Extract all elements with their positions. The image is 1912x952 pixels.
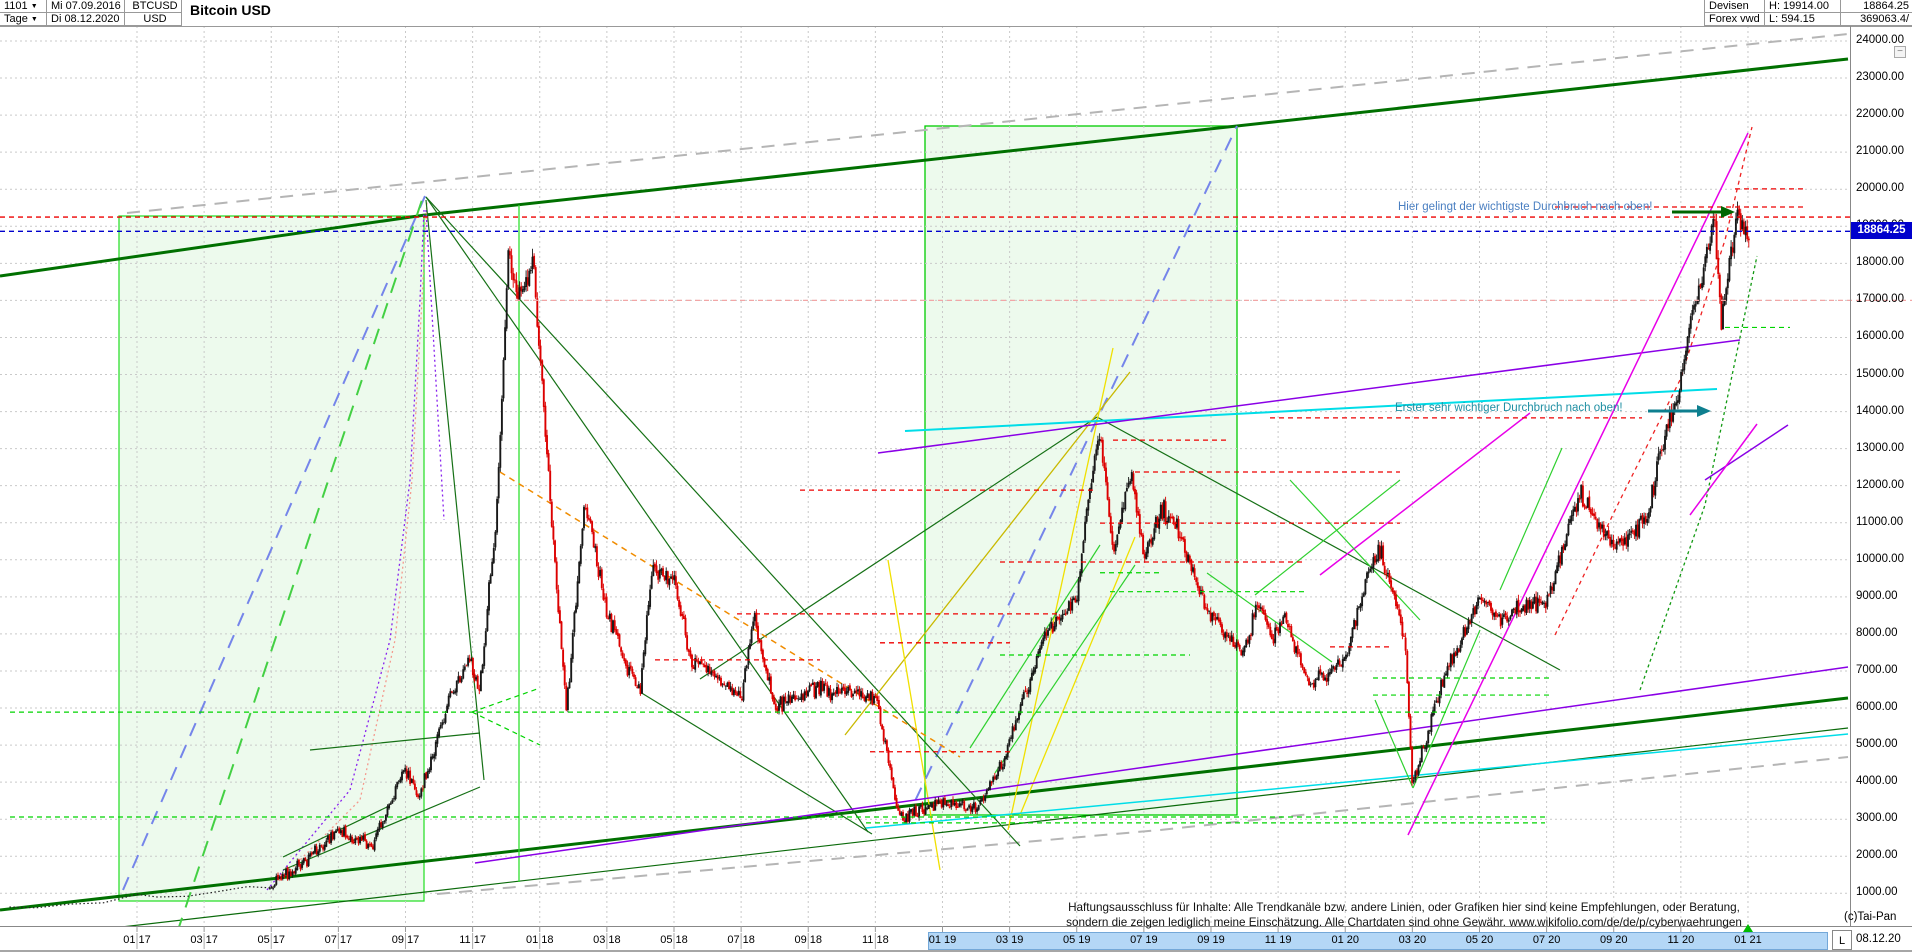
x-tick-label: 01 19 [922,934,962,946]
x-tick-label: 05 18 [654,934,694,946]
y-tick-label: 14000.00 [1856,405,1904,417]
x-tick-label: 07 20 [1527,934,1567,946]
x-tick-label: 11 17 [453,934,493,946]
y-tick-label: 6000.00 [1856,701,1898,713]
x-tick-label: 11 19 [1258,934,1298,946]
y-tick-label: 9000.00 [1856,590,1898,602]
x-tick-label: 01 21 [1728,934,1768,946]
latest-date-label: 08.12.20 [1856,933,1901,945]
annotation-breakout-first: Erster sehr wichtiger Durchbruch nach ob… [1395,402,1623,414]
market-type-label: Devisen [1704,0,1764,13]
y-tick-label: 20000.00 [1856,182,1904,194]
y-tick-label: 16000.00 [1856,330,1904,342]
y-tick-label: 3000.00 [1856,812,1898,824]
x-tick-label: 03 17 [184,934,224,946]
y-tick-label: 4000.00 [1856,775,1898,787]
chevron-down-icon: ▼ [31,16,38,23]
y-tick-label: 5000.00 [1856,738,1898,750]
price-chart-canvas[interactable] [0,0,1912,952]
x-tick-label: 03 18 [587,934,627,946]
y-tick-label: 24000.00 [1856,34,1904,46]
disclaimer-text: Haftungsausschluss für Inhalte: Alle Tre… [1030,900,1778,930]
x-tick-label: 07 19 [1124,934,1164,946]
y-tick-label: 22000.00 [1856,108,1904,120]
y-tick-label: 23000.00 [1856,71,1904,83]
data-feed-label: Forex vwd [1704,13,1764,26]
x-tick-label: 03 19 [990,934,1030,946]
latest-flag-cell: L [1832,930,1852,950]
disclaimer-line1: Haftungsausschluss für Inhalte: Alle Tre… [1030,900,1778,915]
period-dropdown[interactable]: Tage ▼ [0,13,47,26]
y-tick-label: 10000.00 [1856,553,1904,565]
annotation-breakout-major: Hier gelingt der wichtigste Durchbruch n… [1398,201,1652,213]
x-tick-label: 05 19 [1057,934,1097,946]
x-tick-label: 09 19 [1191,934,1231,946]
x-tick-label: 09 18 [788,934,828,946]
symbol-cell[interactable]: BTCUSD [125,0,182,13]
y-tick-label: 8000.00 [1856,627,1898,639]
x-tick-label: 05 17 [251,934,291,946]
x-tick-label: 05 20 [1459,934,1499,946]
currency-cell: USD [125,13,182,26]
y-tick-label: 21000.00 [1856,145,1904,157]
copyright-label: (c)Tai-Pan [1844,911,1896,923]
x-tick-label: 03 20 [1392,934,1432,946]
x-tick-label: 09 17 [385,934,425,946]
y-tick-label: 17000.00 [1856,293,1904,305]
y-tick-label: 1000.00 [1856,886,1898,898]
collapse-axis-button[interactable]: − [1894,46,1906,58]
x-tick-label: 11 18 [855,934,895,946]
taipan-window: 1101 ▼ Mi 07.09.2016 BTCUSD Tage ▼ Di 08… [0,0,1912,952]
y-tick-label: 15000.00 [1856,368,1904,380]
chevron-down-icon: ▼ [31,3,38,10]
current-price-tag: 18864.25 [1851,222,1912,239]
disclaimer-line2: sondern die zeigen lediglich meine Einsc… [1030,915,1778,930]
x-tick-label: 01 18 [520,934,560,946]
x-tick-label: 07 17 [318,934,358,946]
start-date-cell[interactable]: Mi 07.09.2016 [47,0,125,13]
last-price-value: 18864.25 [1840,0,1912,13]
x-tick-label: 09 20 [1594,934,1634,946]
high-value: H: 19914.00 [1764,0,1840,13]
chart-id-dropdown[interactable]: 1101 ▼ [0,0,47,13]
end-date-cell[interactable]: Di 08.12.2020 [47,13,125,26]
chart-title: Bitcoin USD [190,2,271,18]
y-tick-label: 2000.00 [1856,849,1898,861]
x-tick-label: 01 20 [1325,934,1365,946]
y-tick-label: 13000.00 [1856,442,1904,454]
y-tick-label: 18000.00 [1856,256,1904,268]
y-tick-label: 12000.00 [1856,479,1904,491]
x-tick-label: 01 17 [117,934,157,946]
y-tick-label: 7000.00 [1856,664,1898,676]
low-value: L: 594.15 [1764,13,1840,26]
y-tick-label: 11000.00 [1856,516,1903,528]
x-tick-label: 11 20 [1661,934,1701,946]
x-tick-label: 07 18 [721,934,761,946]
volume-value: 369063.4/ [1840,13,1912,26]
